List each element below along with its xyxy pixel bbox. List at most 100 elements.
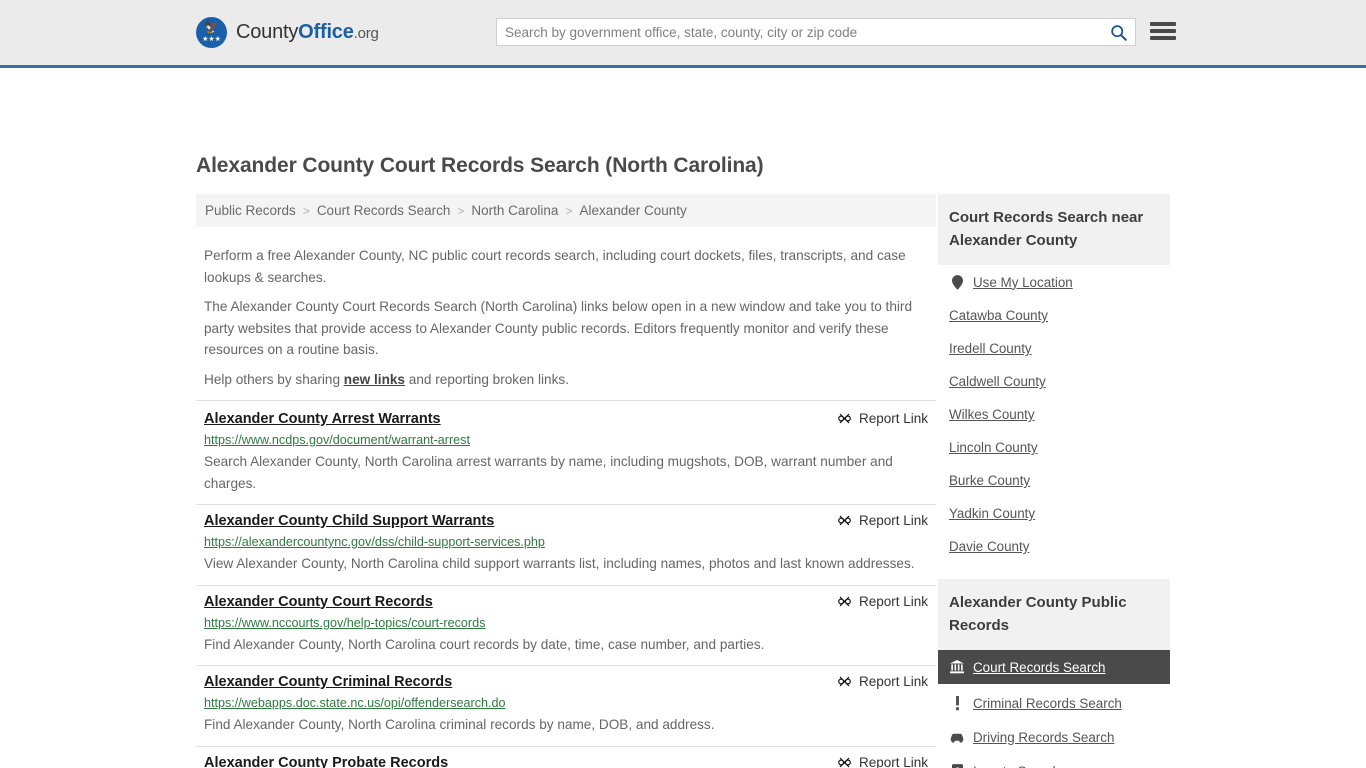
report-link-button[interactable]: Report Link bbox=[837, 755, 928, 768]
site-logo[interactable]: 🦅 ★★★ CountyOffice.org bbox=[196, 17, 379, 48]
result-url[interactable]: https://www.ncdps.gov/document/warrant-a… bbox=[204, 432, 928, 448]
result-header: Alexander County Court Records Report Li… bbox=[204, 594, 928, 610]
breadcrumb-item-alexander-county[interactable]: Alexander County bbox=[579, 203, 686, 218]
main-content: Public Records > Court Records Search > … bbox=[196, 194, 936, 768]
report-link-label: Report Link bbox=[858, 411, 928, 426]
report-link-button[interactable]: Report Link bbox=[837, 594, 928, 609]
county-link[interactable]: Lincoln County bbox=[949, 440, 1038, 455]
broken-link-icon bbox=[838, 596, 851, 606]
site-header: 🦅 ★★★ CountyOffice.org bbox=[0, 0, 1366, 68]
result-item: Alexander County Arrest Warrants Report … bbox=[196, 400, 936, 505]
sidebar-public-records-list: Court Records Search Criminal Records Se… bbox=[938, 650, 1170, 768]
report-link-button[interactable]: Report Link bbox=[837, 411, 928, 426]
map-pin-icon bbox=[949, 274, 965, 290]
report-link-button[interactable]: Report Link bbox=[837, 674, 928, 689]
sidebar-item-iredell-county[interactable]: Iredell County bbox=[938, 332, 1170, 365]
county-link[interactable]: Davie County bbox=[949, 539, 1029, 554]
sidebar-item-yadkin-county[interactable]: Yadkin County bbox=[938, 497, 1170, 530]
county-link[interactable]: Wilkes County bbox=[949, 407, 1035, 422]
county-link[interactable]: Caldwell County bbox=[949, 374, 1046, 389]
use-my-location-link[interactable]: Use My Location bbox=[973, 275, 1073, 290]
result-title-link[interactable]: Alexander County Court Records bbox=[204, 594, 433, 610]
sidebar-item-driving-records-search[interactable]: Driving Records Search bbox=[938, 720, 1170, 754]
sidebar-divider bbox=[938, 563, 1170, 579]
result-item: Alexander County Criminal Records Report… bbox=[196, 666, 936, 747]
search-bar bbox=[496, 18, 1136, 46]
sidebar-nearby-heading: Court Records Search near Alexander Coun… bbox=[938, 194, 1170, 265]
intro-paragraph-1: Perform a free Alexander County, NC publ… bbox=[204, 248, 906, 285]
logo-text-suffix: .org bbox=[353, 25, 379, 42]
broken-link-icon bbox=[838, 757, 851, 767]
county-link[interactable]: Iredell County bbox=[949, 341, 1032, 356]
result-url[interactable]: https://alexandercountync.gov/dss/child-… bbox=[204, 534, 928, 550]
sidebar-item-wilkes-county[interactable]: Wilkes County bbox=[938, 398, 1170, 431]
broken-link-icon bbox=[838, 413, 851, 424]
broken-link-icon bbox=[838, 515, 851, 526]
sidebar-item-catawba-county[interactable]: Catawba County bbox=[938, 299, 1170, 332]
logo-text-primary: County bbox=[236, 21, 299, 43]
breadcrumb-separator: > bbox=[302, 203, 310, 218]
logo-text: CountyOffice.org bbox=[236, 21, 379, 44]
new-links-link[interactable]: new links bbox=[344, 372, 405, 387]
result-title-link[interactable]: Alexander County Child Support Warrants bbox=[204, 513, 494, 529]
hamburger-menu-icon[interactable] bbox=[1150, 20, 1176, 42]
report-link-button[interactable]: Report Link bbox=[837, 513, 928, 528]
broken-link-icon bbox=[838, 676, 851, 687]
result-title-link[interactable]: Alexander County Arrest Warrants bbox=[204, 411, 441, 427]
result-description: Find Alexander County, North Carolina cr… bbox=[204, 717, 715, 732]
result-url[interactable]: https://www.nccourts.gov/help-topics/cou… bbox=[204, 615, 928, 631]
id-badge-icon bbox=[949, 763, 965, 768]
breadcrumb-item-public-records[interactable]: Public Records bbox=[205, 203, 296, 218]
breadcrumb-separator: > bbox=[565, 203, 573, 218]
sidebar-item-criminal-records-search[interactable]: Criminal Records Search bbox=[938, 686, 1170, 720]
public-record-link[interactable]: Driving Records Search bbox=[973, 730, 1114, 745]
results-list: Alexander County Arrest Warrants Report … bbox=[196, 400, 936, 768]
intro-paragraph-3-before: Help others by sharing bbox=[204, 371, 344, 387]
sidebar-item-davie-county[interactable]: Davie County bbox=[938, 530, 1170, 563]
sidebar-item-court-records-search[interactable]: Court Records Search bbox=[938, 650, 1170, 684]
public-record-link[interactable]: Inmate Search bbox=[973, 764, 1060, 768]
breadcrumb: Public Records > Court Records Search > … bbox=[196, 194, 936, 227]
search-input[interactable] bbox=[497, 19, 1101, 45]
hamburger-bar bbox=[1150, 36, 1176, 40]
public-record-link[interactable]: Court Records Search bbox=[973, 660, 1105, 675]
eagle-badge-icon: 🦅 ★★★ bbox=[196, 17, 227, 48]
result-item: Alexander County Child Support Warrants … bbox=[196, 505, 936, 586]
search-icon bbox=[1110, 24, 1127, 41]
intro-paragraph-3: Help others by sharing new links and rep… bbox=[196, 369, 936, 391]
breadcrumb-separator: > bbox=[457, 203, 465, 218]
result-description: Find Alexander County, North Carolina co… bbox=[204, 636, 765, 652]
result-item: Alexander County Court Records Report Li… bbox=[196, 586, 936, 666]
result-title-link[interactable]: Alexander County Criminal Records bbox=[204, 674, 452, 690]
sidebar-nearby-list: Use My Location Catawba County Iredell C… bbox=[938, 265, 1170, 563]
intro-paragraph-2: The Alexander County Court Records Searc… bbox=[204, 299, 913, 357]
result-description: Search Alexander County, North Carolina … bbox=[204, 454, 893, 491]
car-icon bbox=[949, 729, 965, 745]
county-link[interactable]: Yadkin County bbox=[949, 506, 1035, 521]
public-record-link[interactable]: Criminal Records Search bbox=[973, 696, 1122, 711]
hamburger-bar bbox=[1150, 29, 1176, 33]
report-link-label: Report Link bbox=[858, 754, 928, 768]
result-title-link[interactable]: Alexander County Probate Records bbox=[204, 755, 448, 768]
exclamation-icon bbox=[949, 695, 965, 711]
county-link[interactable]: Catawba County bbox=[949, 308, 1048, 323]
report-link-label: Report Link bbox=[858, 593, 928, 609]
county-link[interactable]: Burke County bbox=[949, 473, 1030, 488]
result-item: Alexander County Probate Records Report … bbox=[196, 747, 936, 768]
sidebar-item-use-my-location[interactable]: Use My Location bbox=[938, 265, 1170, 299]
sidebar-item-caldwell-county[interactable]: Caldwell County bbox=[938, 365, 1170, 398]
sidebar: Court Records Search near Alexander Coun… bbox=[938, 194, 1170, 768]
search-button[interactable] bbox=[1101, 19, 1135, 45]
result-header: Alexander County Probate Records Report … bbox=[204, 755, 928, 768]
report-link-label: Report Link bbox=[858, 674, 928, 689]
breadcrumb-item-north-carolina[interactable]: North Carolina bbox=[471, 203, 558, 218]
intro-section: Perform a free Alexander County, NC publ… bbox=[196, 227, 936, 390]
breadcrumb-item-court-records-search[interactable]: Court Records Search bbox=[317, 203, 451, 218]
intro-paragraph-3-after: and reporting broken links. bbox=[405, 371, 569, 387]
sidebar-item-inmate-search[interactable]: Inmate Search bbox=[938, 754, 1170, 768]
sidebar-item-burke-county[interactable]: Burke County bbox=[938, 464, 1170, 497]
sidebar-item-lincoln-county[interactable]: Lincoln County bbox=[938, 431, 1170, 464]
result-header: Alexander County Criminal Records Report… bbox=[204, 674, 928, 690]
sidebar-public-records-heading: Alexander County Public Records bbox=[938, 579, 1170, 650]
result-url[interactable]: https://webapps.doc.state.nc.us/opi/offe… bbox=[204, 695, 928, 711]
